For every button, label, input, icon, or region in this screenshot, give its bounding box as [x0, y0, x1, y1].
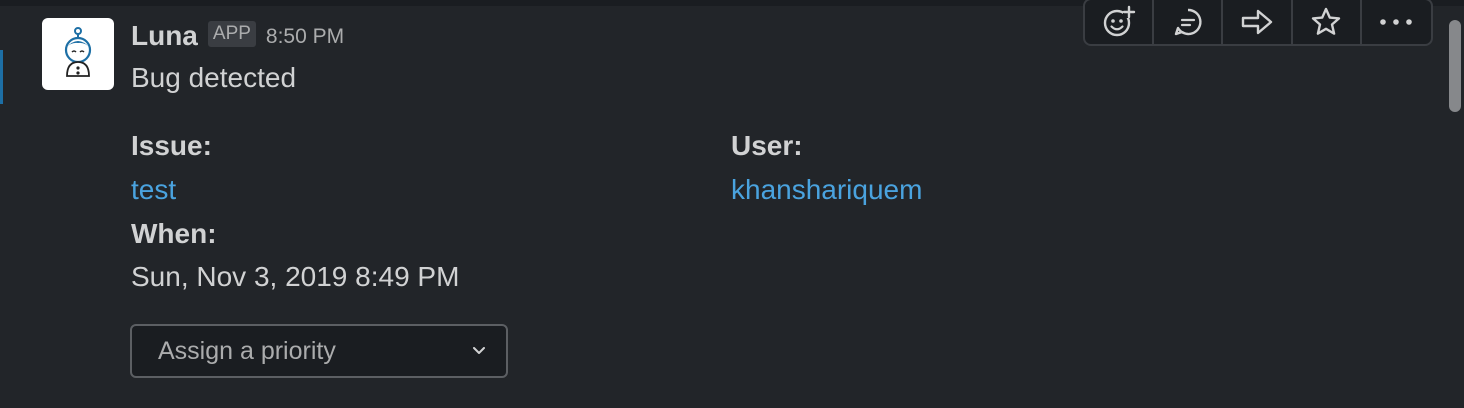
more-actions-icon: [1380, 19, 1413, 25]
share-icon: [1241, 9, 1273, 35]
chevron-down-icon: [472, 344, 486, 358]
sender-name[interactable]: Luna: [131, 20, 198, 52]
add-reaction-button[interactable]: [1085, 0, 1155, 44]
issue-label: Issue:: [131, 130, 212, 161]
reply-thread-button[interactable]: [1154, 0, 1224, 44]
message-text: Bug detected: [131, 62, 297, 93]
reply-thread-icon: [1174, 8, 1202, 36]
user-link[interactable]: khanshariquem: [731, 174, 922, 206]
app-badge: APP: [207, 21, 256, 47]
message-header: Luna APP 8:50 PM: [131, 18, 344, 54]
user-label: User:: [731, 130, 803, 161]
priority-select[interactable]: Assign a priority: [130, 324, 508, 378]
star-icon: [1312, 7, 1341, 35]
when-value: Sun, Nov 3, 2019 8:49 PM: [131, 261, 460, 292]
message-highlight-bar: [0, 50, 3, 104]
priority-select-label: Assign a priority: [158, 336, 336, 365]
message-timestamp[interactable]: 8:50 PM: [266, 25, 344, 49]
save-star-button[interactable]: [1293, 0, 1362, 44]
issue-link[interactable]: test: [131, 174, 176, 206]
when-label: When:: [131, 218, 217, 249]
avatar[interactable]: [42, 18, 114, 90]
share-message-button[interactable]: [1223, 0, 1293, 44]
message-actions-toolbar: [1083, 0, 1433, 46]
scrollbar-thumb[interactable]: [1449, 20, 1461, 112]
luna-bot-icon: [64, 27, 92, 77]
more-actions-button[interactable]: [1362, 0, 1431, 44]
add-reaction-icon: [1103, 5, 1135, 37]
